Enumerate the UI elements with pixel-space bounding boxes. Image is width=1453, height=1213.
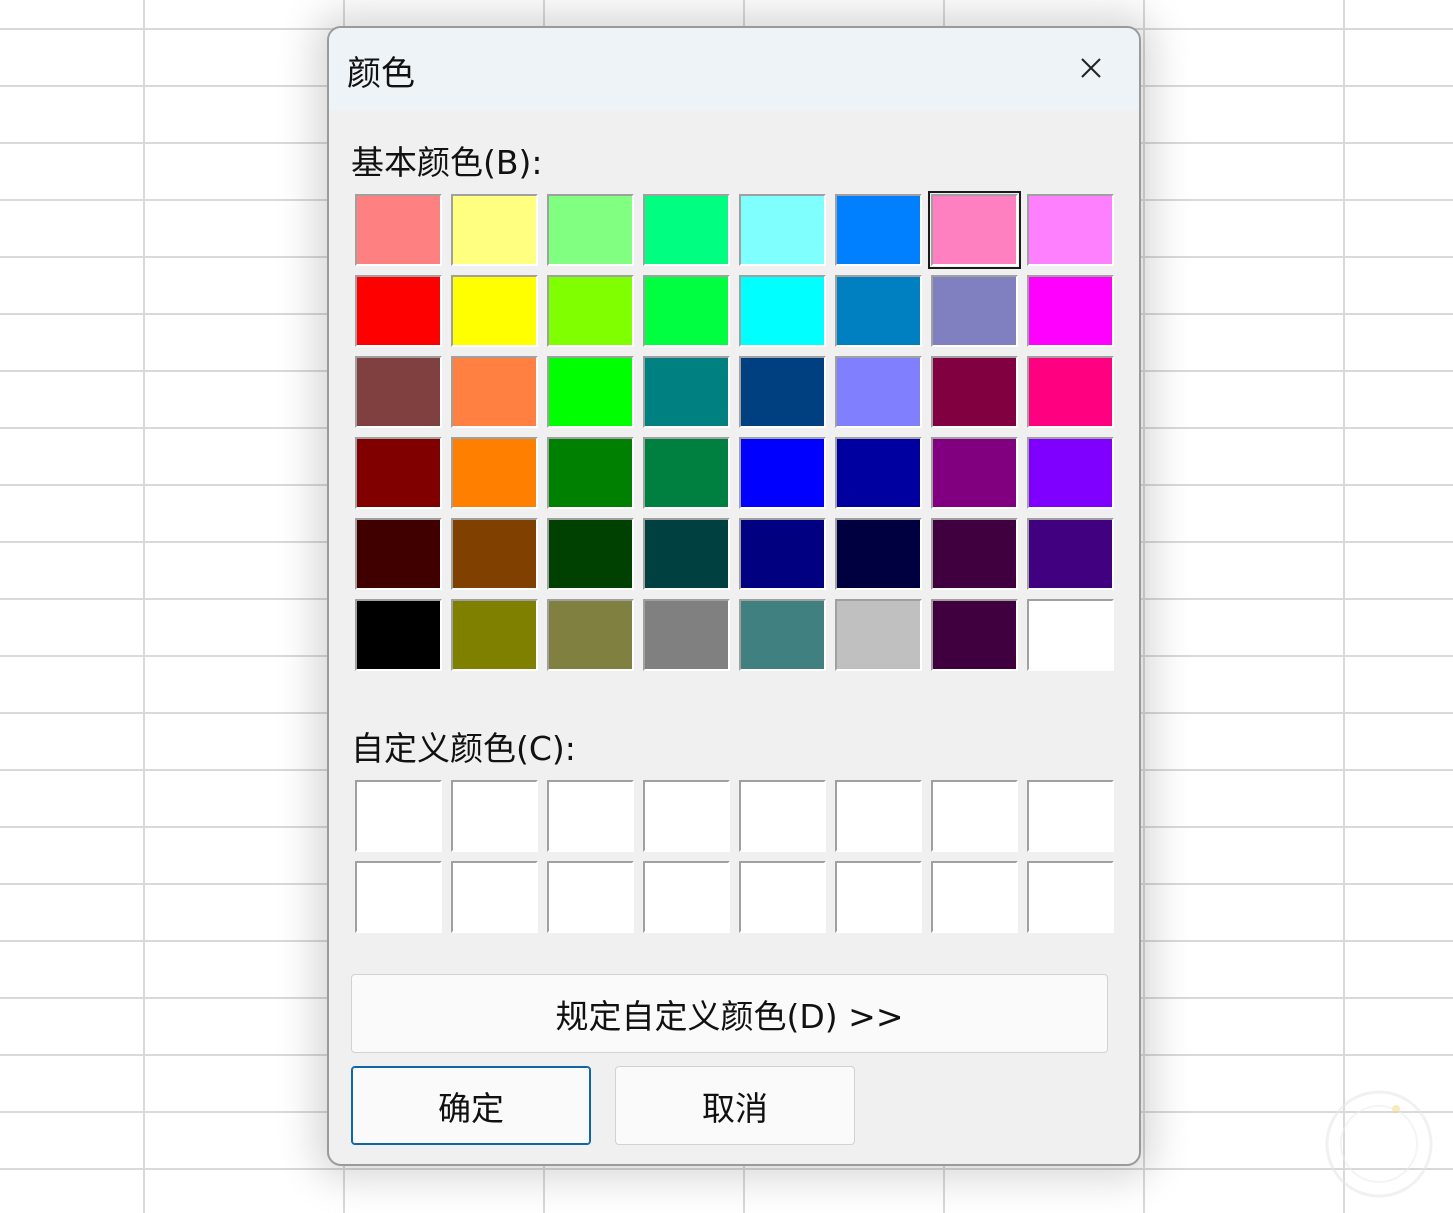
basic-colors-grid xyxy=(355,191,1114,671)
dialog-title: 颜色 xyxy=(347,54,415,94)
custom-colors-label: 自定义颜色(C): xyxy=(351,729,576,768)
basic-color-swatch[interactable] xyxy=(547,356,634,428)
basic-color-swatch[interactable] xyxy=(739,275,826,347)
ok-button[interactable]: 确定 xyxy=(351,1066,591,1145)
basic-color-swatch[interactable] xyxy=(931,437,1018,509)
basic-color-swatch[interactable] xyxy=(643,518,730,590)
custom-color-swatch[interactable] xyxy=(739,861,826,933)
custom-color-swatch[interactable] xyxy=(643,780,730,852)
basic-color-swatch[interactable] xyxy=(451,194,538,266)
basic-color-swatch[interactable] xyxy=(1027,518,1114,590)
custom-color-swatch[interactable] xyxy=(739,780,826,852)
custom-colors-grid xyxy=(355,780,1114,933)
basic-color-swatch[interactable] xyxy=(739,194,826,266)
basic-color-swatch[interactable] xyxy=(451,518,538,590)
basic-color-swatch[interactable] xyxy=(1027,437,1114,509)
basic-color-swatch[interactable] xyxy=(739,518,826,590)
basic-color-swatch[interactable] xyxy=(931,599,1018,671)
custom-color-swatch[interactable] xyxy=(1027,780,1114,852)
close-button[interactable] xyxy=(1061,42,1121,94)
basic-color-swatch[interactable] xyxy=(931,275,1018,347)
custom-color-swatch[interactable] xyxy=(931,861,1018,933)
custom-color-swatch[interactable] xyxy=(547,780,634,852)
custom-color-swatch[interactable] xyxy=(355,861,442,933)
basic-color-swatch[interactable] xyxy=(547,194,634,266)
custom-color-swatch[interactable] xyxy=(355,780,442,852)
custom-color-swatch[interactable] xyxy=(643,861,730,933)
custom-color-swatch[interactable] xyxy=(451,861,538,933)
basic-color-swatch[interactable] xyxy=(355,275,442,347)
basic-color-swatch[interactable] xyxy=(739,599,826,671)
basic-color-swatch[interactable] xyxy=(835,518,922,590)
color-dialog: 颜色 基本颜色(B): 自定义颜色(C): 规定自定义颜色(D) >> 确定 取… xyxy=(327,26,1141,1166)
basic-color-swatch[interactable] xyxy=(835,194,922,266)
title-bar[interactable]: 颜色 xyxy=(329,28,1139,110)
basic-color-swatch[interactable] xyxy=(355,518,442,590)
custom-color-swatch[interactable] xyxy=(451,780,538,852)
basic-color-swatch[interactable] xyxy=(451,599,538,671)
basic-color-swatch[interactable] xyxy=(451,437,538,509)
watermark-logo-icon xyxy=(1320,1085,1438,1203)
basic-color-swatch[interactable] xyxy=(835,356,922,428)
close-icon xyxy=(1081,58,1101,78)
basic-color-swatch[interactable] xyxy=(928,191,1021,269)
custom-color-swatch[interactable] xyxy=(835,780,922,852)
basic-color-swatch[interactable] xyxy=(643,356,730,428)
basic-color-swatch[interactable] xyxy=(835,437,922,509)
basic-color-swatch[interactable] xyxy=(355,599,442,671)
basic-color-swatch[interactable] xyxy=(355,356,442,428)
define-custom-colors-button[interactable]: 规定自定义颜色(D) >> xyxy=(351,974,1108,1053)
custom-color-swatch[interactable] xyxy=(1027,861,1114,933)
basic-color-swatch[interactable] xyxy=(547,275,634,347)
basic-color-swatch[interactable] xyxy=(355,437,442,509)
basic-color-swatch[interactable] xyxy=(547,518,634,590)
custom-color-swatch[interactable] xyxy=(835,861,922,933)
cancel-button[interactable]: 取消 xyxy=(615,1066,855,1145)
basic-color-swatch[interactable] xyxy=(643,437,730,509)
basic-color-swatch[interactable] xyxy=(1027,275,1114,347)
basic-color-swatch[interactable] xyxy=(739,437,826,509)
basic-color-swatch[interactable] xyxy=(1027,599,1114,671)
basic-color-swatch[interactable] xyxy=(451,356,538,428)
basic-color-swatch[interactable] xyxy=(547,599,634,671)
basic-color-swatch[interactable] xyxy=(355,194,442,266)
basic-color-swatch[interactable] xyxy=(835,599,922,671)
basic-colors-label: 基本颜色(B): xyxy=(351,143,543,182)
basic-color-swatch[interactable] xyxy=(931,518,1018,590)
basic-color-swatch[interactable] xyxy=(643,599,730,671)
basic-color-swatch[interactable] xyxy=(835,275,922,347)
basic-color-swatch[interactable] xyxy=(643,275,730,347)
basic-color-swatch[interactable] xyxy=(451,275,538,347)
basic-color-swatch[interactable] xyxy=(547,437,634,509)
custom-color-swatch[interactable] xyxy=(931,780,1018,852)
basic-color-swatch[interactable] xyxy=(1027,356,1114,428)
custom-color-swatch[interactable] xyxy=(547,861,634,933)
basic-color-swatch[interactable] xyxy=(1027,194,1114,266)
basic-color-swatch[interactable] xyxy=(931,356,1018,428)
basic-color-swatch[interactable] xyxy=(643,194,730,266)
basic-color-swatch[interactable] xyxy=(739,356,826,428)
